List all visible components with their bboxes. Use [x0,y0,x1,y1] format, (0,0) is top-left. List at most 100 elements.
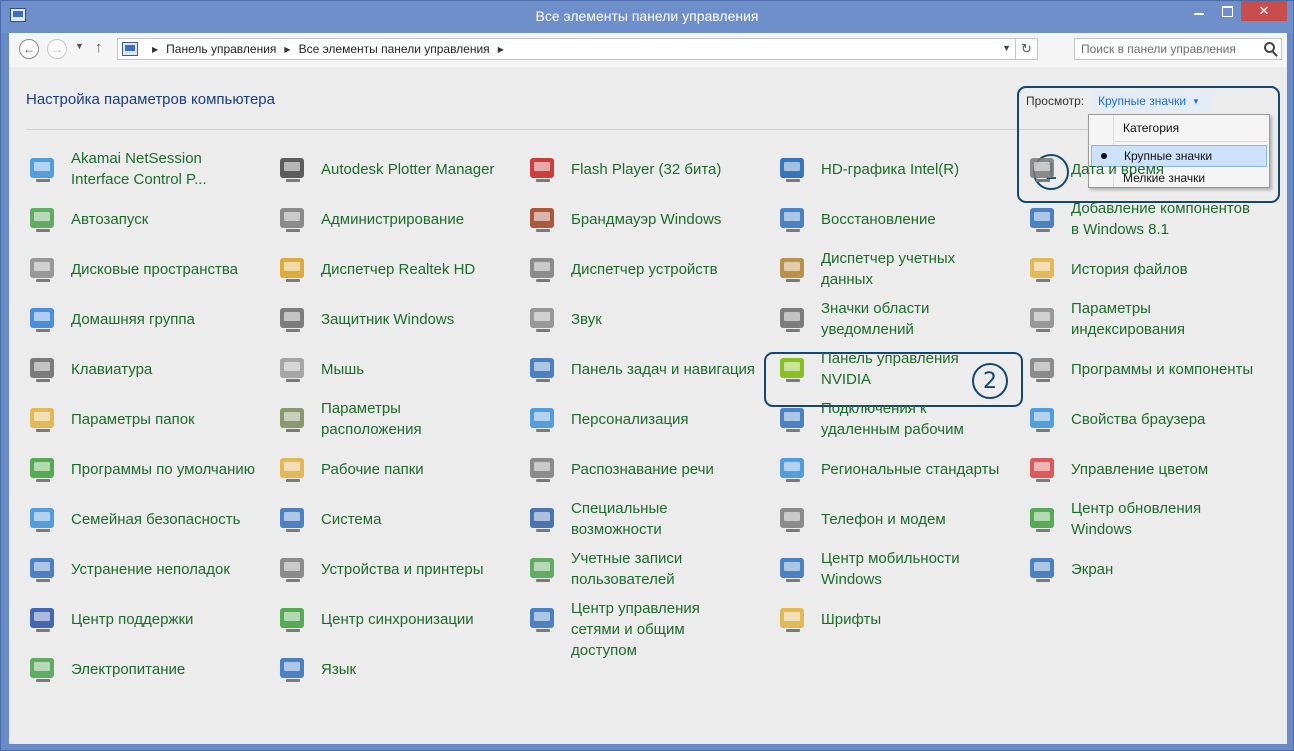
control-panel-item[interactable]: Администрирование [259,194,499,244]
control-panel-item-label: Диспетчер устройств [571,261,718,278]
control-panel-item[interactable]: Параметры индексирования [1009,294,1249,344]
internet-options-icon [1027,403,1059,435]
control-panel-item[interactable]: Добавление компонентов в Windows 8.1 [1009,194,1250,244]
control-panel-item[interactable]: Региональные стандарты [759,444,999,494]
control-panel-item[interactable]: Шрифты [759,594,999,644]
forward-button[interactable]: → [47,39,67,59]
control-panel-item[interactable]: Восстановление [759,194,999,244]
window-title: Все элементы панели управления [535,8,759,24]
control-panel-item[interactable]: Рабочие папки [259,444,499,494]
control-panel-item-label: Устранение неполадок [71,561,230,578]
control-panel-item[interactable]: Свойства браузера [1009,394,1249,444]
control-panel-item[interactable]: Автозапуск [9,194,249,244]
main-content: Настройка параметров компьютера Просмотр… [9,67,1287,744]
control-panel-item[interactable]: Управление цветом [1009,444,1249,494]
control-panel-item-label: Учетные записи пользователей [571,550,683,588]
language-icon [277,653,309,685]
control-panel-item-label: Центр синхронизации [321,611,474,628]
control-panel-item[interactable]: HD-графика Intel(R) [759,144,999,194]
control-panel-item[interactable]: Домашняя группа [9,294,249,344]
control-panel-item[interactable]: Электропитание [9,644,249,694]
control-panel-item[interactable]: Семейная безопасность [9,494,249,544]
page-title: Настройка параметров компьютера [26,91,275,108]
firewall-icon [527,203,559,235]
breadcrumb: ▶ Панель управления ▶ Все элементы панел… [144,42,512,56]
mobility-center-icon [777,553,809,585]
control-panel-item[interactable]: Персонализация [509,394,749,444]
control-panel-item[interactable]: История файлов [1009,244,1249,294]
control-panel-item[interactable]: Центр обновления Windows [1009,494,1249,544]
search-icon[interactable] [1264,42,1275,53]
region-icon [777,453,809,485]
control-panel-item[interactable]: Параметры папок [9,394,249,444]
title-bar[interactable]: Все элементы панели управления [1,1,1293,33]
control-panel-item[interactable]: Язык [259,644,499,694]
control-panel-item[interactable]: Телефон и модем [759,494,999,544]
control-panel-item-label: Программы по умолчанию [71,461,255,478]
address-bar[interactable]: ▶ Панель управления ▶ Все элементы панел… [117,38,1038,60]
control-panel-item[interactable]: Мышь [259,344,499,394]
control-panel-item[interactable]: Специальные возможности [509,494,749,544]
control-panel-item[interactable]: Значки области уведомлений [759,294,999,344]
recent-locations-button[interactable]: ▼ [75,41,84,51]
close-button[interactable] [1241,1,1287,21]
control-panel-item[interactable]: Распознавание речи [509,444,749,494]
control-panel-item[interactable]: Устранение неполадок [9,544,249,594]
control-panel-item-label: Брандмауэр Windows [571,211,722,228]
control-panel-item[interactable]: Учетные записи пользователей [509,544,749,594]
breadcrumb-control-panel[interactable]: Панель управления [166,42,276,56]
chevron-right-icon[interactable]: ▶ [498,45,504,54]
chevron-right-icon[interactable]: ▶ [284,45,290,54]
control-panel-item[interactable]: Клавиатура [9,344,249,394]
akamai-icon [27,153,59,185]
control-panel-item[interactable]: Защитник Windows [259,294,499,344]
address-history-dropdown[interactable]: ▼ [1002,43,1011,53]
taskbar-icon [527,353,559,385]
control-panel-item[interactable]: Дата и время [1009,144,1249,194]
up-button[interactable]: ↑ [95,39,103,56]
back-button[interactable]: ← [19,39,39,59]
control-panel-item-label: Управление цветом [1071,461,1209,478]
control-panel-item[interactable]: Брандмауэр Windows [509,194,749,244]
breadcrumb-all-items[interactable]: Все элементы панели управления [299,42,490,56]
personalization-icon [527,403,559,435]
display-icon [1027,553,1059,585]
control-panel-item[interactable]: Autodesk Plotter Manager [259,144,499,194]
remote-desktop-icon [777,403,809,435]
control-panel-item[interactable]: Диспетчер учетных данных [759,244,999,294]
control-panel-item-label: Мышь [321,361,365,378]
control-panel-item[interactable]: Устройства и принтеры [259,544,499,594]
control-panel-item-label: Центр поддержки [71,611,194,628]
control-panel-item-label: HD-графика Intel(R) [821,161,960,178]
control-panel-item[interactable]: Центр поддержки [9,594,249,644]
chevron-right-icon[interactable]: ▶ [152,45,158,54]
control-panel-item[interactable]: Диспетчер Realtek HD [259,244,499,294]
control-panel-item[interactable]: Центр управления сетями и общим доступом [509,594,749,659]
control-panel-item[interactable]: Flash Player (32 бита) [509,144,749,194]
device-manager-icon [527,253,559,285]
control-panel-item[interactable]: Панель задач и навигация [509,344,755,394]
control-panel-item[interactable]: Звук [509,294,749,344]
control-panel-item[interactable]: Akamai NetSession Interface Control P... [9,144,249,194]
control-panel-item[interactable]: Центр синхронизации [259,594,499,644]
control-panel-item[interactable]: Подключения к удаленным рабочим [759,394,999,444]
control-panel-item-label: Семейная безопасность [71,511,241,528]
search-input[interactable] [1081,41,1253,57]
control-panel-item-label: Диспетчер учетных данных [821,250,956,288]
maximize-button[interactable] [1213,1,1241,21]
control-panel-item[interactable]: Диспетчер устройств [509,244,749,294]
minimize-button[interactable] [1185,1,1213,21]
action-center-icon [27,603,59,635]
control-panel-item[interactable]: Параметры расположения [259,394,499,444]
control-panel-item[interactable]: Программы и компоненты [1009,344,1253,394]
control-panel-item[interactable]: Дисковые пространства [9,244,249,294]
refresh-button[interactable]: ↻ [1015,39,1037,59]
programs-features-icon [1027,353,1059,385]
control-panel-item[interactable]: Панель управления NVIDIA [759,344,999,394]
control-panel-item[interactable]: Центр мобильности Windows [759,544,999,594]
control-panel-item[interactable]: Экран [1009,544,1249,594]
control-panel-item[interactable]: Программы по умолчанию [9,444,255,494]
search-box[interactable] [1074,38,1282,60]
control-panel-item-label: Рабочие папки [321,461,424,478]
control-panel-item[interactable]: Система [259,494,499,544]
